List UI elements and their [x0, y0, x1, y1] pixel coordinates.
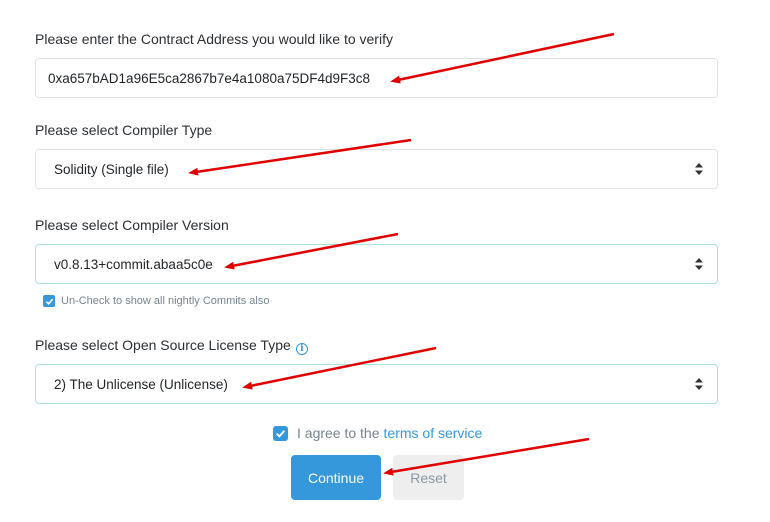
terms-agreement-text: I agree to the — [297, 425, 380, 441]
check-icon — [45, 298, 53, 305]
reset-button[interactable]: Reset — [393, 455, 464, 500]
nightly-commits-option: Un-Check to show all nightly Commits als… — [43, 295, 269, 307]
compiler-type-select[interactable]: Solidity (Single file) — [35, 149, 718, 189]
terms-agreement: I agree to the terms of service — [273, 425, 482, 441]
license-type-value: 2) The Unlicense (Unlicense) — [54, 376, 228, 392]
nightly-commits-checkbox[interactable] — [43, 295, 55, 307]
compiler-version-label: Please select Compiler Version — [35, 217, 229, 233]
terms-of-service-link[interactable]: terms of service — [384, 425, 483, 441]
contract-address-label: Please enter the Contract Address you wo… — [35, 31, 393, 47]
sort-icon — [695, 378, 703, 390]
license-type-select[interactable]: 2) The Unlicense (Unlicense) — [35, 364, 718, 404]
nightly-commits-label: Un-Check to show all nightly Commits als… — [61, 295, 270, 307]
compiler-version-select[interactable]: v0.8.13+commit.abaa5c0e — [35, 244, 718, 284]
compiler-type-value: Solidity (Single file) — [54, 161, 169, 177]
sort-icon — [695, 258, 703, 270]
compiler-version-value: v0.8.13+commit.abaa5c0e — [54, 256, 213, 272]
license-type-label: Please select Open Source License Type i — [35, 337, 308, 355]
contract-address-value: 0xa657bAD1a96E5ca2867b7e4a1080a75DF4d9F3… — [48, 70, 371, 86]
continue-button[interactable]: Continue — [291, 455, 381, 500]
terms-checkbox[interactable] — [273, 425, 288, 441]
info-icon[interactable]: i — [295, 343, 308, 355]
compiler-type-label: Please select Compiler Type — [35, 122, 213, 138]
contract-address-input[interactable]: 0xa657bAD1a96E5ca2867b7e4a1080a75DF4d9F3… — [35, 58, 718, 98]
license-type-label-text: Please select Open Source License Type — [35, 337, 291, 353]
check-icon — [276, 429, 286, 438]
sort-icon — [695, 163, 703, 175]
